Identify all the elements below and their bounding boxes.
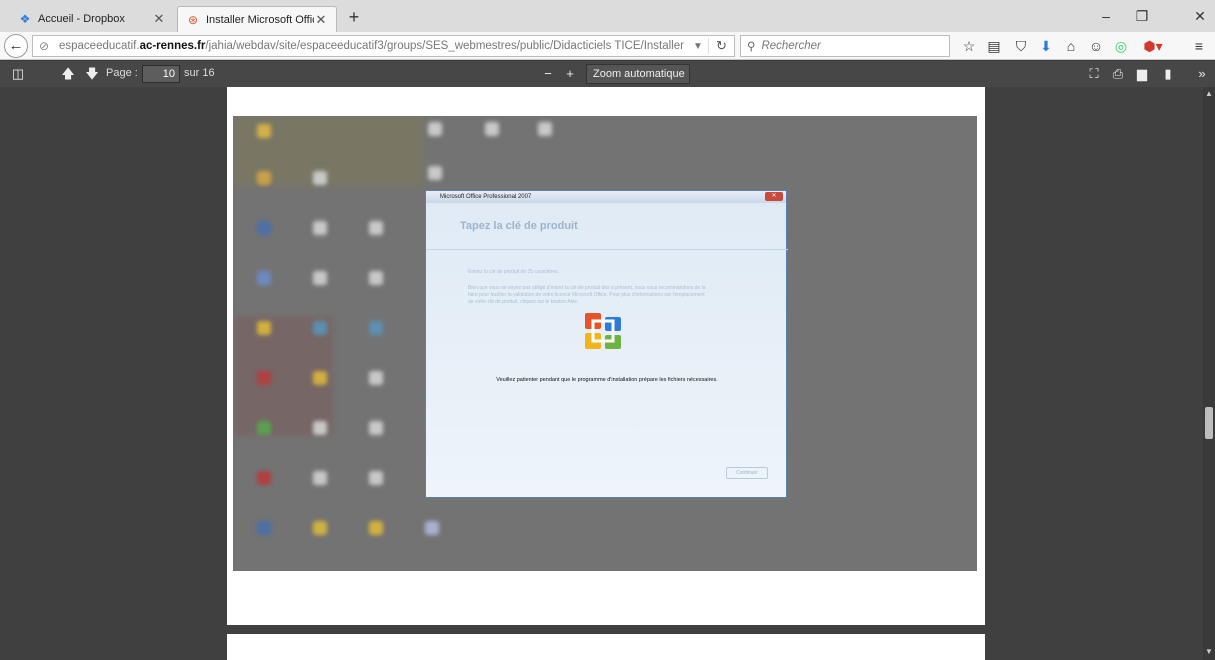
zoom-out-button[interactable]: − xyxy=(540,64,556,84)
vertical-scrollbar[interactable]: ▲ ▼ xyxy=(1203,87,1215,660)
dialog-status-message: Veuillez patienter pendant que le progra… xyxy=(496,377,718,383)
url-text: espaceeducatif.ac-rennes.fr/jahia/webdav… xyxy=(59,40,688,52)
tab-label: Accueil - Dropbox xyxy=(38,13,125,25)
dialog-body-line: Bien que vous ne soyez pas obligé d'entr… xyxy=(468,285,706,291)
adblock-icon[interactable]: ⬢▾ xyxy=(1138,36,1168,56)
dialog-close-icon: ✕ xyxy=(765,192,783,201)
menu-icon[interactable]: ≡ xyxy=(1188,36,1210,56)
close-window-button[interactable]: ✕ xyxy=(1186,6,1214,26)
extension-icon[interactable]: ◎ xyxy=(1110,36,1132,56)
previous-page-icon[interactable]: 🡅 xyxy=(60,64,76,84)
search-input[interactable]: ⚲ Rechercher xyxy=(740,35,950,57)
tab-dropbox[interactable]: ❖ Accueil - Dropbox ✕ xyxy=(10,6,174,32)
navigation-bar: ← ⊘ espaceeducatif.ac-rennes.fr/jahia/we… xyxy=(0,32,1215,60)
zoom-select[interactable]: Zoom automatique ⇕ xyxy=(586,64,690,98)
divider xyxy=(426,249,788,250)
dialog-instruction: Entrez la clé de produit de 25 caractère… xyxy=(468,269,560,275)
dialog-body-line: de votre clé de produit, cliquez sur le … xyxy=(468,299,579,305)
scroll-up-icon[interactable]: ▲ xyxy=(1203,89,1215,98)
reload-icon[interactable]: ↻ xyxy=(708,38,734,54)
pdf-next-page xyxy=(227,634,985,660)
scroll-down-icon[interactable]: ▼ xyxy=(1203,647,1215,656)
back-button[interactable]: ← xyxy=(4,34,28,58)
page-label: Page : xyxy=(106,67,138,79)
zoom-in-button[interactable]: + xyxy=(562,64,578,84)
dialog-title: Microsoft Office Professional 2007 ✕ xyxy=(426,191,786,203)
tab-strip: ❖ Accueil - Dropbox ✕ ⊛ Installer Micros… xyxy=(0,0,1215,32)
search-icon: ⚲ xyxy=(747,41,756,53)
bookmarks-library-icon[interactable]: ▤ xyxy=(983,36,1005,56)
new-tab-button[interactable]: + xyxy=(344,7,364,27)
close-tab-icon[interactable]: ✕ xyxy=(314,12,328,28)
dialog-body-line: faire pour faciliter la validation de vo… xyxy=(468,292,705,298)
tab-installer-pdf[interactable]: ⊛ Installer Microsoft Office.... ✕ xyxy=(177,6,337,32)
sidebar-toggle-icon[interactable]: ◫ xyxy=(10,64,26,84)
continue-button: Continuer xyxy=(726,467,768,479)
chat-icon[interactable]: ☺ xyxy=(1085,36,1107,56)
print-icon[interactable]: ⎙ xyxy=(1110,64,1126,84)
dropdown-history-icon[interactable]: ▼ xyxy=(688,41,708,52)
tools-menu-icon[interactable]: » xyxy=(1194,64,1210,84)
bookmark-star-icon[interactable]: ☆ xyxy=(958,36,980,56)
dialog-heading: Tapez la clé de produit xyxy=(460,220,578,232)
scrollbar-thumb[interactable] xyxy=(1205,407,1213,439)
screenshot-image: Microsoft Office Professional 2007 ✕ Tap… xyxy=(233,116,977,571)
save-icon[interactable]: ▆ xyxy=(1134,64,1150,84)
tab-label: Installer Microsoft Office.... xyxy=(206,13,314,26)
pdf-toolbar: ◫ 🡅 🡇 Page : sur 16 − + Zoom automatique… xyxy=(0,61,1215,98)
dropbox-icon: ❖ xyxy=(19,12,31,26)
home-icon[interactable]: ⌂ xyxy=(1060,36,1082,56)
minimize-button[interactable]: – xyxy=(1092,6,1120,26)
dialog-title-text: Microsoft Office Professional 2007 xyxy=(440,194,532,200)
url-bar[interactable]: ⊘ espaceeducatif.ac-rennes.fr/jahia/webd… xyxy=(32,35,735,57)
close-tab-icon[interactable]: ✕ xyxy=(152,11,166,27)
search-placeholder: Rechercher xyxy=(761,40,821,52)
downloads-icon[interactable]: ⬇ xyxy=(1035,36,1057,56)
pdf-icon: ⊛ xyxy=(187,12,199,27)
presentation-mode-icon[interactable]: ⛶ xyxy=(1086,64,1102,84)
office-logo-icon xyxy=(585,313,621,349)
bookmark-icon[interactable]: ▮ xyxy=(1160,64,1176,84)
page-total: sur 16 xyxy=(184,67,215,79)
zoom-value: Zoom automatique xyxy=(593,68,685,80)
pdf-viewer[interactable]: Microsoft Office Professional 2007 ✕ Tap… xyxy=(0,87,1203,660)
restore-button[interactable]: ❐ xyxy=(1128,6,1156,26)
pocket-icon[interactable]: ⛉ xyxy=(1010,36,1032,56)
installer-dialog: Microsoft Office Professional 2007 ✕ Tap… xyxy=(425,190,788,498)
pdf-page: Microsoft Office Professional 2007 ✕ Tap… xyxy=(227,87,985,625)
next-page-icon[interactable]: 🡇 xyxy=(84,64,100,84)
site-info-icon[interactable]: ⊘ xyxy=(39,39,53,53)
page-number-input[interactable] xyxy=(142,65,180,83)
